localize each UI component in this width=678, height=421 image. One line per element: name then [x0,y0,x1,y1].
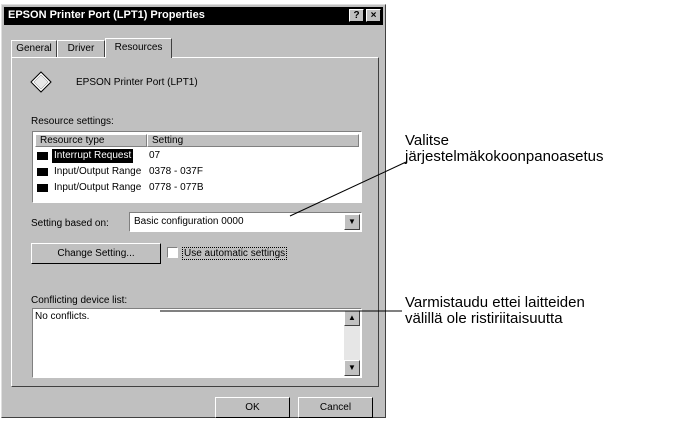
tab-resources[interactable]: Resources [105,38,172,58]
annotation-setting-line2: järjestelmäkokoonpanoasetus [405,148,604,165]
annotation-leader-lines [160,161,407,312]
annotation-conflicts: Varmistaudu ettei laitteiden välillä ole… [405,295,585,327]
annotation-setting: Valitse järjestelmäkokoonpanoasetus [405,133,603,165]
leader-line-setting [289,161,407,217]
annotation-conflicts-line1: Varmistaudu ettei laitteiden [405,294,585,311]
annotation-conflicts-line2: välillä ole ristiriitaisuutta [405,310,563,327]
annotation-setting-line1: Valitse [405,132,449,149]
